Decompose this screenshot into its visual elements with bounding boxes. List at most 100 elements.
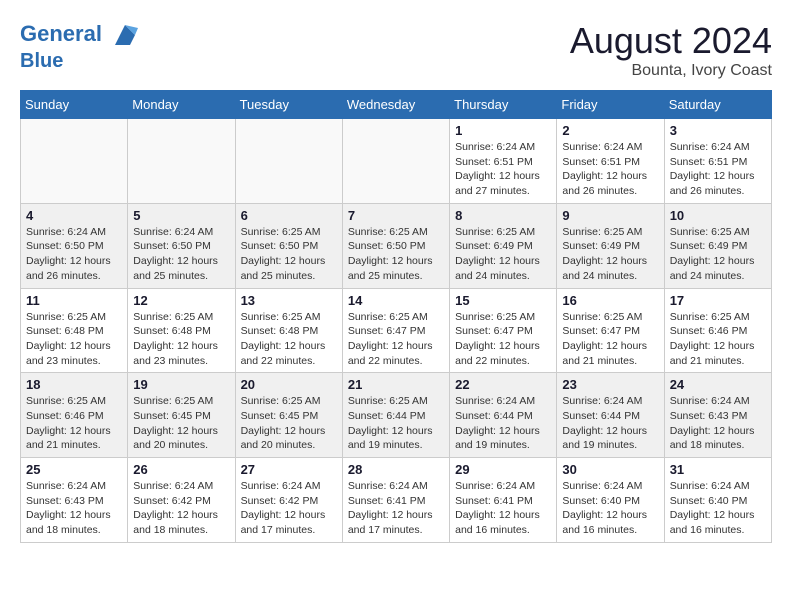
day-number: 9 [562, 208, 658, 223]
calendar-day-cell [342, 119, 449, 204]
calendar-day-cell: 11Sunrise: 6:25 AM Sunset: 6:48 PM Dayli… [21, 288, 128, 373]
calendar-day-cell: 7Sunrise: 6:25 AM Sunset: 6:50 PM Daylig… [342, 203, 449, 288]
calendar-day-cell: 26Sunrise: 6:24 AM Sunset: 6:42 PM Dayli… [128, 458, 235, 543]
calendar-week-row: 25Sunrise: 6:24 AM Sunset: 6:43 PM Dayli… [21, 458, 772, 543]
day-info: Sunrise: 6:25 AM Sunset: 6:49 PM Dayligh… [455, 225, 551, 284]
day-number: 7 [348, 208, 444, 223]
calendar-day-cell: 27 Sunrise: 6:24 AM Sunset: 6:42 PM Dayli… [235, 458, 342, 543]
day-number: 5 [133, 208, 229, 223]
calendar-day-cell: 4Sunrise: 6:24 AM Sunset: 6:50 PM Daylig… [21, 203, 128, 288]
day-info: Sunrise: 6:24 AM Sunset: 6:51 PM Dayligh… [562, 140, 658, 199]
calendar-day-cell: 30Sunrise: 6:24 AM Sunset: 6:40 PM Dayli… [557, 458, 664, 543]
weekday-header-saturday: Saturday [664, 91, 771, 119]
day-info: Sunrise: 6:25 AM Sunset: 6:48 PM Dayligh… [241, 310, 337, 369]
logo: General Blue [20, 20, 140, 72]
calendar-day-cell: 29Sunrise: 6:24 AM Sunset: 6:41 PM Dayli… [450, 458, 557, 543]
weekday-header-monday: Monday [128, 91, 235, 119]
month-year: August 2024 [570, 20, 772, 62]
day-info: Sunrise: 6:25 AM Sunset: 6:47 PM Dayligh… [348, 310, 444, 369]
calendar-day-cell: 20 Sunrise: 6:25 AM Sunset: 6:45 PM Dayli… [235, 373, 342, 458]
calendar-day-cell: 22 Sunrise: 6:24 AM Sunset: 6:44 PM Dayli… [450, 373, 557, 458]
calendar-day-cell: 25Sunrise: 6:24 AM Sunset: 6:43 PM Dayli… [21, 458, 128, 543]
page-header: General Blue August 2024 Bounta, Ivory C… [20, 20, 772, 80]
calendar-day-cell: 17 Sunrise: 6:25 AM Sunset: 6:46 PM Dayli… [664, 288, 771, 373]
title-block: August 2024 Bounta, Ivory Coast [570, 20, 772, 80]
day-number: 19 [133, 377, 229, 392]
day-info: Sunrise: 6:25 AM Sunset: 6:45 PM Dayligh… [241, 394, 337, 453]
day-number: 8 [455, 208, 551, 223]
day-info: Sunrise: 6:25 AM Sunset: 6:49 PM Dayligh… [670, 225, 766, 284]
day-info: Sunrise: 6:24 AM Sunset: 6:44 PM Dayligh… [562, 394, 658, 453]
day-number: 29 [455, 462, 551, 477]
calendar-week-row: 11 Sunrise: 6:25 AM Sunset: 6:48 PM Dayli… [21, 288, 772, 373]
calendar-day-cell: 3Sunrise: 6:24 AM Sunset: 6:51 PM Daylig… [664, 119, 771, 204]
day-number: 24 [670, 377, 766, 392]
calendar-day-cell [128, 119, 235, 204]
weekday-header-wednesday: Wednesday [342, 91, 449, 119]
day-number: 14 [348, 293, 444, 308]
day-number: 16 [562, 293, 658, 308]
day-number: 23 [562, 377, 658, 392]
day-number: 13 [241, 293, 337, 308]
day-number: 27 [241, 462, 337, 477]
calendar-week-row: 1 Sunrise: 6:24 AM Sunset: 6:51 PM Daylig… [21, 119, 772, 204]
calendar-day-cell: 2 Sunrise: 6:24 AM Sunset: 6:51 PM Daylig… [557, 119, 664, 204]
day-number: 2 [562, 123, 658, 138]
day-info: Sunrise: 6:24 AM Sunset: 6:41 PM Dayligh… [348, 479, 444, 538]
calendar-day-cell: 31 Sunrise: 6:24 AM Sunset: 6:40 PM Dayli… [664, 458, 771, 543]
day-info: Sunrise: 6:24 AM Sunset: 6:40 PM Dayligh… [670, 479, 766, 538]
location: Bounta, Ivory Coast [570, 62, 772, 80]
day-info: Sunrise: 6:24 AM Sunset: 6:50 PM Dayligh… [133, 225, 229, 284]
calendar-day-cell: 18Sunrise: 6:25 AM Sunset: 6:46 PM Dayli… [21, 373, 128, 458]
day-number: 17 [670, 293, 766, 308]
calendar-day-cell: 15Sunrise: 6:25 AM Sunset: 6:47 PM Dayli… [450, 288, 557, 373]
day-info: Sunrise: 6:25 AM Sunset: 6:48 PM Dayligh… [133, 310, 229, 369]
day-number: 15 [455, 293, 551, 308]
day-info: Sunrise: 6:25 AM Sunset: 6:47 PM Dayligh… [562, 310, 658, 369]
day-info: Sunrise: 6:24 AM Sunset: 6:43 PM Dayligh… [670, 394, 766, 453]
calendar-day-cell: 21 Sunrise: 6:25 AM Sunset: 6:44 PM Dayli… [342, 373, 449, 458]
calendar-day-cell: 12 Sunrise: 6:25 AM Sunset: 6:48 PM Dayli… [128, 288, 235, 373]
day-info: Sunrise: 6:24 AM Sunset: 6:51 PM Dayligh… [670, 140, 766, 199]
calendar-day-cell: 9Sunrise: 6:25 AM Sunset: 6:49 PM Daylig… [557, 203, 664, 288]
calendar-day-cell: 10 Sunrise: 6:25 AM Sunset: 6:49 PM Dayli… [664, 203, 771, 288]
day-number: 21 [348, 377, 444, 392]
day-number: 10 [670, 208, 766, 223]
day-number: 18 [26, 377, 122, 392]
day-info: Sunrise: 6:25 AM Sunset: 6:50 PM Dayligh… [241, 225, 337, 284]
day-number: 4 [26, 208, 122, 223]
day-info: Sunrise: 6:25 AM Sunset: 6:44 PM Dayligh… [348, 394, 444, 453]
day-number: 31 [670, 462, 766, 477]
day-info: Sunrise: 6:24 AM Sunset: 6:44 PM Dayligh… [455, 394, 551, 453]
day-number: 20 [241, 377, 337, 392]
day-info: Sunrise: 6:24 AM Sunset: 6:43 PM Dayligh… [26, 479, 122, 538]
day-info: Sunrise: 6:25 AM Sunset: 6:46 PM Dayligh… [670, 310, 766, 369]
calendar-day-cell [235, 119, 342, 204]
logo-blue: Blue [20, 50, 140, 72]
calendar-day-cell: 13 Sunrise: 6:25 AM Sunset: 6:48 PM Dayli… [235, 288, 342, 373]
day-info: Sunrise: 6:24 AM Sunset: 6:42 PM Dayligh… [241, 479, 337, 538]
calendar-day-cell: 16 Sunrise: 6:25 AM Sunset: 6:47 PM Dayli… [557, 288, 664, 373]
day-number: 12 [133, 293, 229, 308]
calendar-day-cell: 28Sunrise: 6:24 AM Sunset: 6:41 PM Dayli… [342, 458, 449, 543]
day-number: 11 [26, 293, 122, 308]
weekday-header-thursday: Thursday [450, 91, 557, 119]
weekday-header-sunday: Sunday [21, 91, 128, 119]
calendar-day-cell: 19 Sunrise: 6:25 AM Sunset: 6:45 PM Dayli… [128, 373, 235, 458]
day-number: 26 [133, 462, 229, 477]
calendar-day-cell: 5 Sunrise: 6:24 AM Sunset: 6:50 PM Daylig… [128, 203, 235, 288]
calendar-day-cell: 23 Sunrise: 6:24 AM Sunset: 6:44 PM Dayli… [557, 373, 664, 458]
day-info: Sunrise: 6:25 AM Sunset: 6:45 PM Dayligh… [133, 394, 229, 453]
day-number: 6 [241, 208, 337, 223]
weekday-header-tuesday: Tuesday [235, 91, 342, 119]
calendar-table: SundayMondayTuesdayWednesdayThursdayFrid… [20, 90, 772, 543]
calendar-day-cell: 8 Sunrise: 6:25 AM Sunset: 6:49 PM Daylig… [450, 203, 557, 288]
logo-text: General [20, 20, 140, 50]
day-info: Sunrise: 6:24 AM Sunset: 6:51 PM Dayligh… [455, 140, 551, 199]
day-number: 30 [562, 462, 658, 477]
weekday-header-friday: Friday [557, 91, 664, 119]
calendar-day-cell: 1 Sunrise: 6:24 AM Sunset: 6:51 PM Daylig… [450, 119, 557, 204]
day-number: 22 [455, 377, 551, 392]
calendar-week-row: 18Sunrise: 6:25 AM Sunset: 6:46 PM Dayli… [21, 373, 772, 458]
day-number: 1 [455, 123, 551, 138]
